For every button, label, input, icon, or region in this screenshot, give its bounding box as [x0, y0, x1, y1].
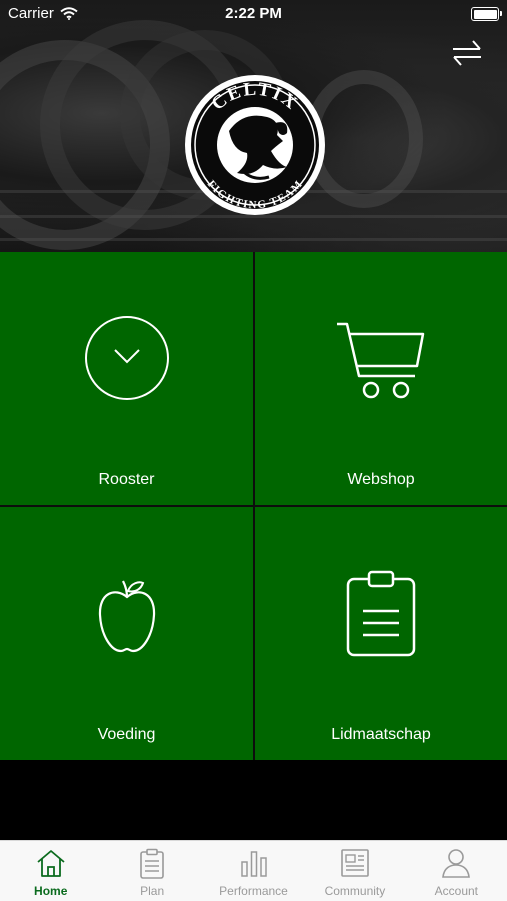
newsfeed-icon	[341, 849, 369, 877]
tile-label-lidmaatschap: Lidmaatschap	[331, 726, 431, 743]
tile-webshop[interactable]: Webshop	[255, 252, 507, 505]
apple-icon	[98, 580, 155, 653]
clipboard-icon	[346, 570, 416, 657]
tab-bar: Home Plan Performance Community Account	[0, 840, 507, 901]
tile-label-voeding: Voeding	[97, 726, 156, 743]
tab-label-performance: Performance	[219, 884, 288, 898]
status-time: 2:22 PM	[225, 5, 282, 22]
swap-arrows-icon[interactable]	[449, 36, 485, 70]
tab-label-plan: Plan	[140, 884, 165, 898]
battery-icon	[471, 7, 502, 21]
tile-label-webshop: Webshop	[347, 471, 415, 488]
tile-rooster[interactable]: Rooster	[0, 252, 253, 505]
home-icon	[37, 850, 65, 877]
tab-plan[interactable]: Plan	[101, 841, 202, 901]
tab-community[interactable]: Community	[304, 841, 405, 901]
clock-icon	[84, 316, 169, 400]
tab-home[interactable]: Home	[0, 841, 101, 901]
tab-label-home: Home	[34, 884, 68, 898]
clipboard-icon	[140, 848, 164, 879]
user-icon	[442, 849, 471, 878]
menu-grid: Rooster Webshop Voeding Lidmaatschap	[0, 252, 507, 760]
tab-performance[interactable]: Performance	[203, 841, 304, 901]
header-banner: CELTIX FIGHTING TEAM	[0, 0, 507, 252]
tile-label-rooster: Rooster	[98, 471, 155, 488]
status-bar: Carrier 2:22 PM	[0, 0, 507, 28]
tab-label-account: Account	[434, 884, 478, 898]
tab-account[interactable]: Account	[406, 841, 507, 901]
bar-chart-icon	[240, 851, 267, 877]
shopping-cart-icon	[337, 322, 425, 399]
tile-lidmaatschap[interactable]: Lidmaatschap	[255, 507, 507, 760]
tile-voeding[interactable]: Voeding	[0, 507, 253, 760]
celtix-logo: CELTIX FIGHTING TEAM	[185, 75, 325, 215]
tab-label-community: Community	[324, 884, 386, 898]
